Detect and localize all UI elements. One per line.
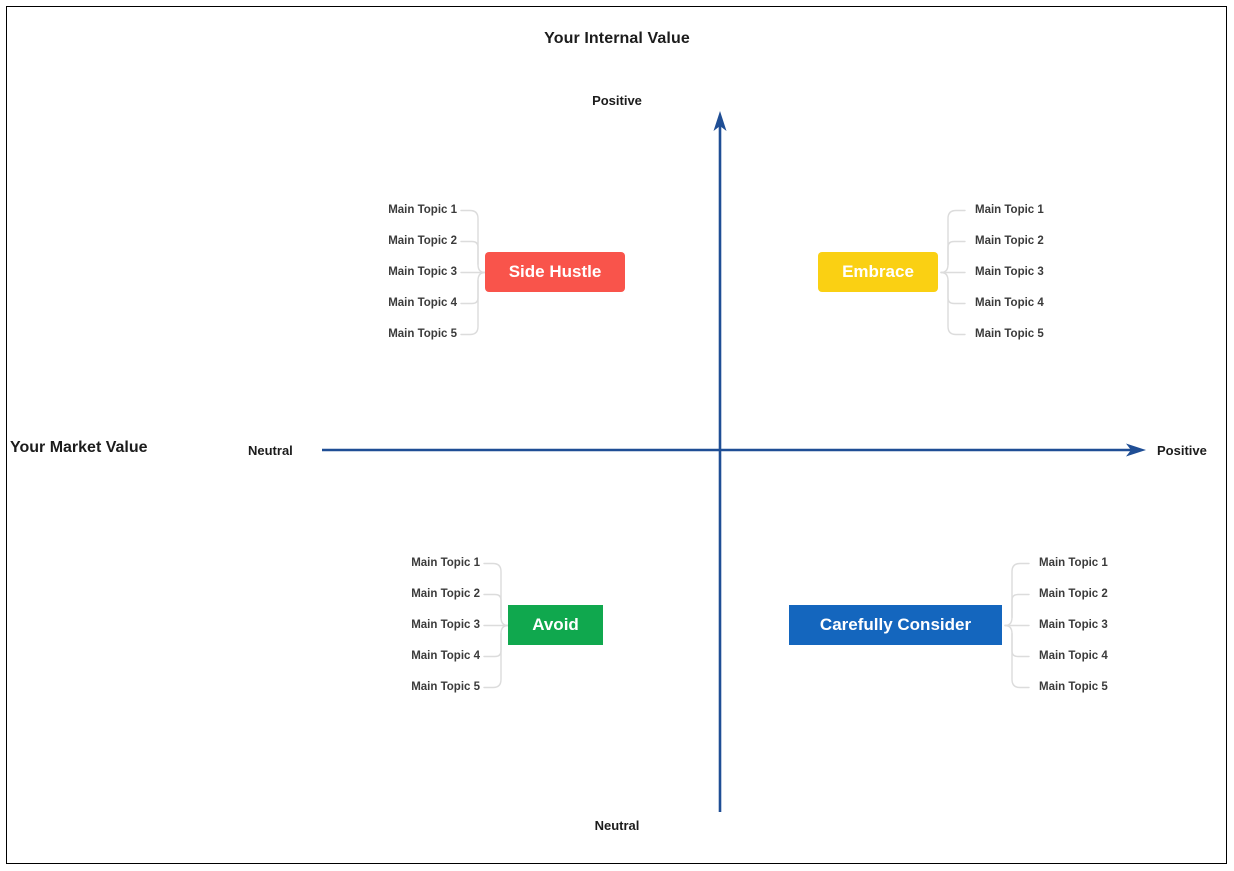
list-item[interactable]: Main Topic 4	[975, 288, 1085, 319]
quadrant-top-left: Main Topic 1 Main Topic 2 Main Topic 3 M…	[357, 195, 627, 350]
axes	[322, 111, 1146, 812]
x-axis-right-label: Positive	[1157, 443, 1207, 458]
list-item[interactable]: Main Topic 1	[975, 195, 1085, 226]
quadrant-bottom-left: Main Topic 1 Main Topic 2 Main Topic 3 M…	[380, 548, 650, 703]
y-axis-top-label: Positive	[592, 93, 642, 108]
node-avoid[interactable]: Avoid	[508, 605, 603, 645]
x-axis-name: Your Market Value	[10, 439, 148, 456]
quadrant-top-right: Embrace Main Topic 1 Main Topic 2 Main T…	[818, 195, 1088, 350]
topic-list-top-right: Main Topic 1 Main Topic 2 Main Topic 3 M…	[975, 195, 1085, 350]
node-carefully-consider[interactable]: Carefully Consider	[789, 605, 1002, 645]
list-item[interactable]: Main Topic 4	[1039, 641, 1149, 672]
list-item[interactable]: Main Topic 1	[380, 548, 480, 579]
topic-list-bottom-left: Main Topic 1 Main Topic 2 Main Topic 3 M…	[380, 548, 480, 703]
page-title: Your Internal Value	[544, 30, 690, 47]
x-axis-left-label: Neutral	[248, 443, 293, 458]
list-item[interactable]: Main Topic 2	[357, 226, 457, 257]
page-border	[6, 6, 1227, 864]
list-item[interactable]: Main Topic 1	[1039, 548, 1149, 579]
list-item[interactable]: Main Topic 3	[357, 257, 457, 288]
list-item[interactable]: Main Topic 2	[380, 579, 480, 610]
list-item[interactable]: Main Topic 3	[1039, 610, 1149, 641]
list-item[interactable]: Main Topic 5	[357, 319, 457, 350]
list-item[interactable]: Main Topic 5	[975, 319, 1085, 350]
topic-list-top-left: Main Topic 1 Main Topic 2 Main Topic 3 M…	[357, 195, 457, 350]
list-item[interactable]: Main Topic 4	[357, 288, 457, 319]
bracket-connector-icon	[940, 209, 966, 336]
list-item[interactable]: Main Topic 2	[975, 226, 1085, 257]
list-item[interactable]: Main Topic 5	[380, 672, 480, 703]
bracket-connector-icon	[1004, 562, 1030, 689]
list-item[interactable]: Main Topic 3	[380, 610, 480, 641]
bracket-connector-icon	[460, 209, 486, 336]
list-item[interactable]: Main Topic 5	[1039, 672, 1149, 703]
list-item[interactable]: Main Topic 3	[975, 257, 1085, 288]
quadrant-bottom-right: Carefully Consider Main Topic 1 Main Top…	[789, 548, 1108, 703]
node-label: Carefully Consider	[819, 615, 972, 634]
list-item[interactable]: Main Topic 4	[380, 641, 480, 672]
node-label: Embrace	[842, 262, 914, 281]
node-side-hustle[interactable]: Side Hustle	[485, 252, 625, 292]
list-item[interactable]: Main Topic 2	[1039, 579, 1149, 610]
node-label: Avoid	[532, 615, 579, 634]
node-label: Side Hustle	[508, 262, 602, 281]
node-embrace[interactable]: Embrace	[818, 252, 938, 292]
y-axis-bottom-label: Neutral	[594, 818, 640, 833]
bracket-connector-icon	[483, 562, 509, 689]
diagram-canvas: Your Internal Value Positive Neutral Neu…	[0, 0, 1234, 871]
list-item[interactable]: Main Topic 1	[357, 195, 457, 226]
topic-list-bottom-right: Main Topic 1 Main Topic 2 Main Topic 3 M…	[1039, 548, 1149, 703]
